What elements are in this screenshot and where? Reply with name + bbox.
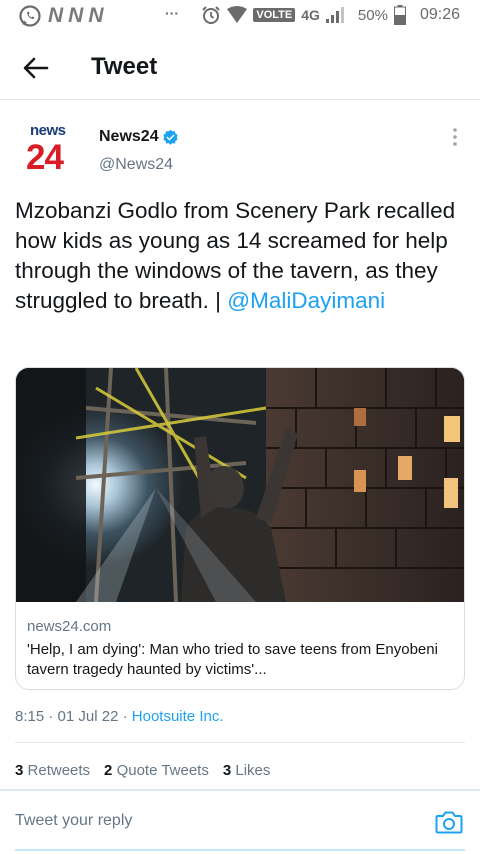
retweets-label: Retweets [27, 762, 91, 779]
clock: 09:26 [419, 6, 460, 23]
carrier-n-1: N [48, 4, 63, 27]
reply-bar [0, 792, 480, 854]
wifi-icon [227, 6, 248, 23]
mention-link[interactable]: @MaliDayimani [227, 288, 385, 313]
more-notifications-icon: ··· [165, 5, 179, 21]
camera-icon [435, 811, 463, 834]
likes-link[interactable]: 3 Likes [223, 762, 271, 779]
logo-news-text: news [30, 122, 66, 139]
battery-percent: 50% [357, 6, 388, 24]
quote-tweets-label: Quote Tweets [116, 762, 209, 779]
tweet-body: Mzobanzi Godlo from Scenery Park recalle… [15, 196, 467, 316]
battery-icon [393, 5, 406, 25]
card-image [16, 368, 464, 602]
back-button[interactable] [16, 50, 56, 86]
alarm-icon [202, 6, 221, 24]
author-avatar[interactable]: news 24 [22, 122, 78, 178]
author-name[interactable]: News24 [99, 128, 159, 146]
likes-label: Likes [235, 762, 271, 779]
volte-badge: VOLTE [253, 8, 296, 22]
tweet-source-link[interactable]: Hootsuite Inc. [132, 708, 224, 725]
likes-count: 3 [222, 762, 232, 779]
reply-input[interactable] [15, 792, 415, 850]
reply-underline [15, 849, 465, 851]
tweet-meta: 8:15 · 01 Jul 22 · Hootsuite Inc. [15, 708, 224, 725]
divider [15, 742, 465, 743]
retweets-link[interactable]: 3 Retweets [15, 762, 90, 779]
author-handle[interactable]: @News24 [99, 156, 173, 174]
whatsapp-icon [19, 5, 41, 27]
engagement-stats: 3 Retweets 2 Quote Tweets 3 Likes [15, 762, 270, 779]
signal-icon [325, 7, 344, 23]
arrow-left-icon [23, 57, 49, 79]
link-preview-card[interactable]: news24.com 'Help, I am dying': Man who t… [15, 367, 465, 690]
status-bar: N N N ··· VOLTE 4G 50% 09:26 [0, 0, 480, 32]
divider [0, 789, 480, 791]
top-app-bar: Tweet [0, 36, 480, 100]
quote-tweets-link[interactable]: 2 Quote Tweets [104, 762, 209, 779]
network-type: 4G [301, 7, 320, 23]
verified-badge-icon [163, 129, 178, 145]
quote-tweets-count: 2 [104, 762, 113, 779]
retweets-count: 3 [15, 762, 24, 779]
tweet-date: 01 Jul 22 [57, 708, 119, 725]
camera-button[interactable] [434, 807, 464, 837]
more-options-button[interactable] [446, 126, 464, 148]
logo-24-text: 24 [26, 138, 64, 177]
more-vertical-icon [453, 128, 457, 146]
card-domain: news24.com [27, 618, 112, 635]
status-bar-right: VOLTE 4G 50% 09:26 [201, 5, 460, 25]
carrier-n-3: N [88, 4, 103, 27]
tweet-time: 8:15 [15, 708, 45, 725]
page-title: Tweet [91, 53, 158, 80]
status-bar-left: N N N [18, 4, 104, 28]
carrier-n-2: N [68, 4, 83, 27]
card-title: 'Help, I am dying': Man who tried to sav… [27, 641, 438, 678]
